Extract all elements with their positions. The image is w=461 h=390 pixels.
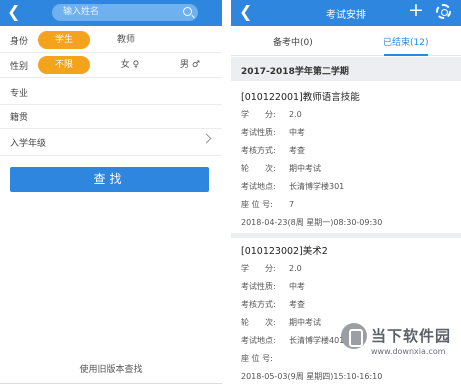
field-key: 学 分: [241, 110, 276, 119]
bottom-divider [0, 383, 222, 384]
divider [0, 77, 222, 78]
gender-option-any[interactable]: 不限 [38, 56, 90, 74]
female-icon: ♀ [132, 60, 140, 70]
exam-time: 2018-04-23(8周 星期一)08:30-09:30 [241, 218, 383, 227]
exam-field: 座 位 号: 7 [241, 199, 294, 210]
field-value: 考查 [289, 146, 305, 155]
exam-title: [010122001]教师语言技能 [241, 92, 360, 103]
exam-title: [010123002]美术2 [241, 246, 328, 257]
male-icon: ♂ [191, 60, 200, 70]
query-button[interactable]: 查找 [10, 167, 209, 192]
field-value: 期中考试 [289, 318, 321, 327]
field-key: 座 位 号: [241, 200, 273, 209]
major-label: 专业 [10, 89, 29, 99]
search-icon[interactable] [183, 7, 192, 16]
field-key: 考核方式: [241, 300, 276, 309]
exam-field: 考核方式: 考查 [241, 145, 305, 156]
field-value: 长清博学楼401 [289, 336, 345, 345]
exam-field: 学 分: 2.0 [241, 109, 302, 120]
field-key: 考核方式: [241, 146, 276, 155]
field-value: 考查 [289, 300, 305, 309]
active-tab-indicator [384, 54, 428, 56]
watermark-url: www.downxia.com [371, 347, 446, 356]
gender-male-label: 男 [180, 60, 190, 70]
identity-option-student[interactable]: 学生 [38, 31, 90, 49]
field-value: 长清博学楼301 [289, 182, 345, 191]
watermark: 当下软件园 www.downxia.com [341, 321, 461, 381]
field-value: 2.0 [289, 110, 302, 119]
exam-field: 考试地点: 长清博学楼401 [241, 335, 344, 346]
field-key: 学 分: [241, 264, 276, 273]
exam-field: 考试性质: 中考 [241, 281, 305, 292]
field-key: 轮 次: [241, 164, 276, 173]
field-key: 考试性质: [241, 128, 276, 137]
add-icon[interactable]: + [408, 1, 424, 20]
gender-option-male[interactable]: 男 ♂ [164, 56, 216, 74]
top-bar: ❮ 输入姓名 [0, 0, 222, 26]
major-row[interactable]: 专业 [0, 80, 222, 104]
field-key: 座 位 号: [241, 354, 273, 363]
field-value: 7 [289, 200, 295, 209]
field-key: 考试地点: [241, 336, 276, 345]
watermark-text: 当下软件园 [371, 327, 452, 345]
exam-field: 考核方式: 考查 [241, 299, 305, 310]
back-icon[interactable]: ❮ [7, 4, 20, 20]
tab-preparing[interactable]: 备考中(0) [273, 35, 313, 48]
panel-gap [222, 0, 231, 390]
field-value: 期中考试 [289, 164, 321, 173]
tab-finished[interactable]: 已结束(12) [383, 35, 428, 48]
gender-row: 性别 不限 女 ♀ 男 ♂ [0, 53, 222, 77]
old-version-link[interactable]: 使用旧版本查找 [0, 362, 222, 375]
divider [0, 128, 222, 129]
field-key: 考试性质: [241, 282, 276, 291]
exam-card[interactable]: [010122001]教师语言技能 学 分: 2.0 考试性质: 中考 考核方式: 考… [231, 81, 461, 233]
gender-female-label: 女 [120, 60, 130, 70]
exam-field: 考试地点: 长清博学楼301 [241, 181, 344, 192]
field-value: 2.0 [289, 264, 302, 273]
field-value: 中考 [289, 128, 305, 137]
search-placeholder: 输入姓名 [63, 7, 100, 17]
term-header: 2017-2018学年第二学期 [231, 57, 461, 81]
exam-field: 轮 次: 期中考试 [241, 317, 321, 328]
page-title: 考试安排 [326, 10, 366, 21]
watermark-logo-icon [341, 323, 367, 349]
top-bar: ❮ 考试安排 + [231, 0, 461, 26]
exam-field: 轮 次: 期中考试 [241, 163, 321, 174]
gender-option-female[interactable]: 女 ♀ [104, 56, 156, 74]
divider [0, 155, 222, 156]
exam-field: 学 分: 2.0 [241, 263, 302, 274]
gear-icon[interactable] [436, 4, 451, 19]
person-search-screen: ❮ 输入姓名 身份 学生 教师 性别 不限 女 ♀ 男 ♂ 专业 籍贯 入学年级 [0, 0, 222, 390]
search-input[interactable]: 输入姓名 [52, 4, 198, 21]
exam-field: 座 位 号: [241, 353, 289, 364]
gender-label: 性别 [10, 62, 29, 72]
identity-option-teacher[interactable]: 教师 [100, 31, 152, 49]
origin-label: 籍贯 [10, 113, 29, 123]
identity-label: 身份 [10, 37, 29, 47]
identity-row: 身份 学生 教师 [0, 28, 222, 52]
field-value: 中考 [289, 282, 305, 291]
enrollment-year-row[interactable]: 入学年级 [0, 130, 222, 154]
enrollment-year-label: 入学年级 [10, 139, 47, 149]
chevron-right-icon [201, 133, 212, 144]
exam-field: 考试性质: 中考 [241, 127, 305, 138]
tab-bar: 备考中(0) 已结束(12) [231, 26, 461, 56]
origin-row[interactable]: 籍贯 [0, 104, 222, 128]
field-key: 轮 次: [241, 318, 276, 327]
field-key: 考试地点: [241, 182, 276, 191]
